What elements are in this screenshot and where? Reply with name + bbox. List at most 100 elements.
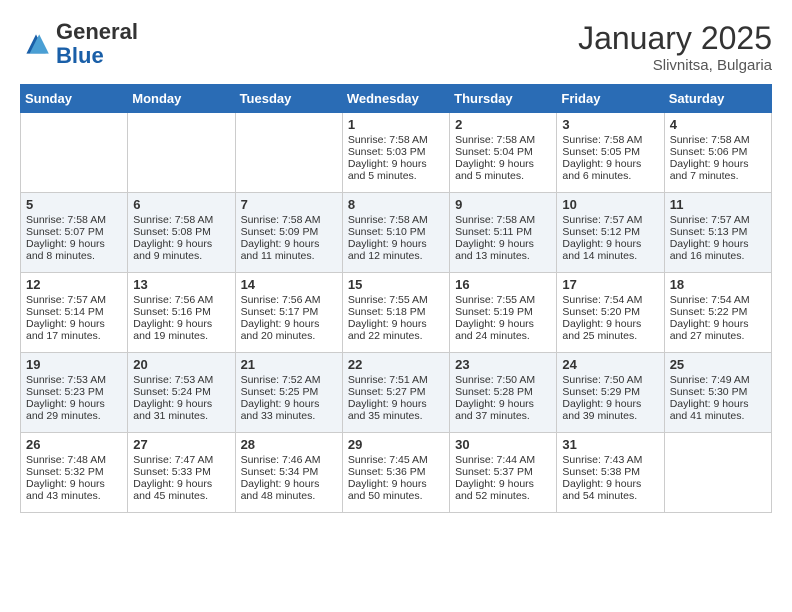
day-number: 8 [348, 197, 444, 212]
daylight-info: Daylight: 9 hours and 35 minutes. [348, 398, 444, 422]
sunrise-info: Sunrise: 7:58 AM [455, 214, 551, 226]
calendar-cell: 13Sunrise: 7:56 AMSunset: 5:16 PMDayligh… [128, 273, 235, 353]
sunset-info: Sunset: 5:38 PM [562, 466, 658, 478]
day-number: 5 [26, 197, 122, 212]
day-number: 30 [455, 437, 551, 452]
day-of-week-header: Friday [557, 85, 664, 113]
day-number: 21 [241, 357, 337, 372]
day-number: 7 [241, 197, 337, 212]
day-of-week-header: Wednesday [342, 85, 449, 113]
sunset-info: Sunset: 5:23 PM [26, 386, 122, 398]
sunrise-info: Sunrise: 7:56 AM [133, 294, 229, 306]
daylight-info: Daylight: 9 hours and 43 minutes. [26, 478, 122, 502]
sunrise-info: Sunrise: 7:57 AM [562, 214, 658, 226]
calendar-cell: 30Sunrise: 7:44 AMSunset: 5:37 PMDayligh… [450, 433, 557, 513]
day-number: 4 [670, 117, 766, 132]
day-number: 26 [26, 437, 122, 452]
calendar-cell [235, 113, 342, 193]
calendar-cell: 7Sunrise: 7:58 AMSunset: 5:09 PMDaylight… [235, 193, 342, 273]
calendar-cell: 4 Sunrise: 7:58 AMSunset: 5:06 PMDaylight… [664, 113, 771, 193]
calendar-cell: 16Sunrise: 7:55 AMSunset: 5:19 PMDayligh… [450, 273, 557, 353]
calendar-cell: 20Sunrise: 7:53 AMSunset: 5:24 PMDayligh… [128, 353, 235, 433]
daylight-info: Daylight: 9 hours and 48 minutes. [241, 478, 337, 502]
sunrise-info: Sunrise: 7:50 AM [455, 374, 551, 386]
sunset-info: Sunset: 5:28 PM [455, 386, 551, 398]
sunset-info: Sunset: 5:34 PM [241, 466, 337, 478]
calendar-cell: 6Sunrise: 7:58 AMSunset: 5:08 PMDaylight… [128, 193, 235, 273]
day-of-week-header: Sunday [21, 85, 128, 113]
calendar-cell: 18Sunrise: 7:54 AMSunset: 5:22 PMDayligh… [664, 273, 771, 353]
sunset-info: Sunset: 5:12 PM [562, 226, 658, 238]
logo-general-text: General [56, 19, 138, 44]
sunset-info: Sunset: 5:03 PM [348, 146, 444, 158]
day-number: 22 [348, 357, 444, 372]
sunset-info: Sunset: 5:36 PM [348, 466, 444, 478]
calendar-cell: 25Sunrise: 7:49 AMSunset: 5:30 PMDayligh… [664, 353, 771, 433]
day-number: 12 [26, 277, 122, 292]
calendar-cell [664, 433, 771, 513]
day-number: 2 [455, 117, 551, 132]
day-number: 29 [348, 437, 444, 452]
title-block: January 2025 Slivnitsa, Bulgaria [578, 20, 772, 74]
calendar-cell: 12Sunrise: 7:57 AMSunset: 5:14 PMDayligh… [21, 273, 128, 353]
calendar-cell: 2Sunrise: 7:58 AMSunset: 5:04 PMDaylight… [450, 113, 557, 193]
sunrise-info: Sunrise: 7:43 AM [562, 454, 658, 466]
day-number: 19 [26, 357, 122, 372]
daylight-info: Daylight: 9 hours and 33 minutes. [241, 398, 337, 422]
sunset-info: Sunset: 5:19 PM [455, 306, 551, 318]
daylight-info: Daylight: 9 hours and 7 minutes. [670, 158, 766, 182]
calendar-cell: 1Sunrise: 7:58 AMSunset: 5:03 PMDaylight… [342, 113, 449, 193]
daylight-info: Daylight: 9 hours and 45 minutes. [133, 478, 229, 502]
sunrise-info: Sunrise: 7:50 AM [562, 374, 658, 386]
sunset-info: Sunset: 5:11 PM [455, 226, 551, 238]
calendar-cell: 31Sunrise: 7:43 AMSunset: 5:38 PMDayligh… [557, 433, 664, 513]
calendar-cell: 19Sunrise: 7:53 AMSunset: 5:23 PMDayligh… [21, 353, 128, 433]
daylight-info: Daylight: 9 hours and 12 minutes. [348, 238, 444, 262]
calendar-cell: 26Sunrise: 7:48 AMSunset: 5:32 PMDayligh… [21, 433, 128, 513]
day-number: 25 [670, 357, 766, 372]
day-number: 1 [348, 117, 444, 132]
page-header: General Blue January 2025 Slivnitsa, Bul… [20, 20, 772, 74]
day-number: 11 [670, 197, 766, 212]
sunrise-info: Sunrise: 7:44 AM [455, 454, 551, 466]
sunset-info: Sunset: 5:30 PM [670, 386, 766, 398]
logo-icon [20, 28, 52, 60]
calendar-cell: 11Sunrise: 7:57 AMSunset: 5:13 PMDayligh… [664, 193, 771, 273]
sunrise-info: Sunrise: 7:58 AM [348, 214, 444, 226]
sunset-info: Sunset: 5:29 PM [562, 386, 658, 398]
sunset-info: Sunset: 5:16 PM [133, 306, 229, 318]
sunset-info: Sunset: 5:18 PM [348, 306, 444, 318]
calendar-cell: 17Sunrise: 7:54 AMSunset: 5:20 PMDayligh… [557, 273, 664, 353]
day-number: 6 [133, 197, 229, 212]
daylight-info: Daylight: 9 hours and 9 minutes. [133, 238, 229, 262]
sunrise-info: Sunrise: 7:55 AM [348, 294, 444, 306]
calendar-cell: 9Sunrise: 7:58 AMSunset: 5:11 PMDaylight… [450, 193, 557, 273]
daylight-info: Daylight: 9 hours and 37 minutes. [455, 398, 551, 422]
sunset-info: Sunset: 5:06 PM [670, 146, 766, 158]
calendar-cell: 23Sunrise: 7:50 AMSunset: 5:28 PMDayligh… [450, 353, 557, 433]
sunset-info: Sunset: 5:33 PM [133, 466, 229, 478]
daylight-info: Daylight: 9 hours and 39 minutes. [562, 398, 658, 422]
sunset-info: Sunset: 5:13 PM [670, 226, 766, 238]
daylight-info: Daylight: 9 hours and 17 minutes. [26, 318, 122, 342]
sunrise-info: Sunrise: 7:52 AM [241, 374, 337, 386]
sunset-info: Sunset: 5:07 PM [26, 226, 122, 238]
daylight-info: Daylight: 9 hours and 27 minutes. [670, 318, 766, 342]
daylight-info: Daylight: 9 hours and 22 minutes. [348, 318, 444, 342]
sunset-info: Sunset: 5:20 PM [562, 306, 658, 318]
sunrise-info: Sunrise: 7:58 AM [670, 134, 766, 146]
daylight-info: Daylight: 9 hours and 54 minutes. [562, 478, 658, 502]
daylight-info: Daylight: 9 hours and 16 minutes. [670, 238, 766, 262]
sunrise-info: Sunrise: 7:58 AM [241, 214, 337, 226]
sunrise-info: Sunrise: 7:46 AM [241, 454, 337, 466]
daylight-info: Daylight: 9 hours and 20 minutes. [241, 318, 337, 342]
sunrise-info: Sunrise: 7:49 AM [670, 374, 766, 386]
daylight-info: Daylight: 9 hours and 25 minutes. [562, 318, 658, 342]
day-number: 28 [241, 437, 337, 452]
sunrise-info: Sunrise: 7:51 AM [348, 374, 444, 386]
calendar-cell: 10Sunrise: 7:57 AMSunset: 5:12 PMDayligh… [557, 193, 664, 273]
calendar-cell: 24Sunrise: 7:50 AMSunset: 5:29 PMDayligh… [557, 353, 664, 433]
day-number: 27 [133, 437, 229, 452]
calendar-cell: 14Sunrise: 7:56 AMSunset: 5:17 PMDayligh… [235, 273, 342, 353]
daylight-info: Daylight: 9 hours and 14 minutes. [562, 238, 658, 262]
